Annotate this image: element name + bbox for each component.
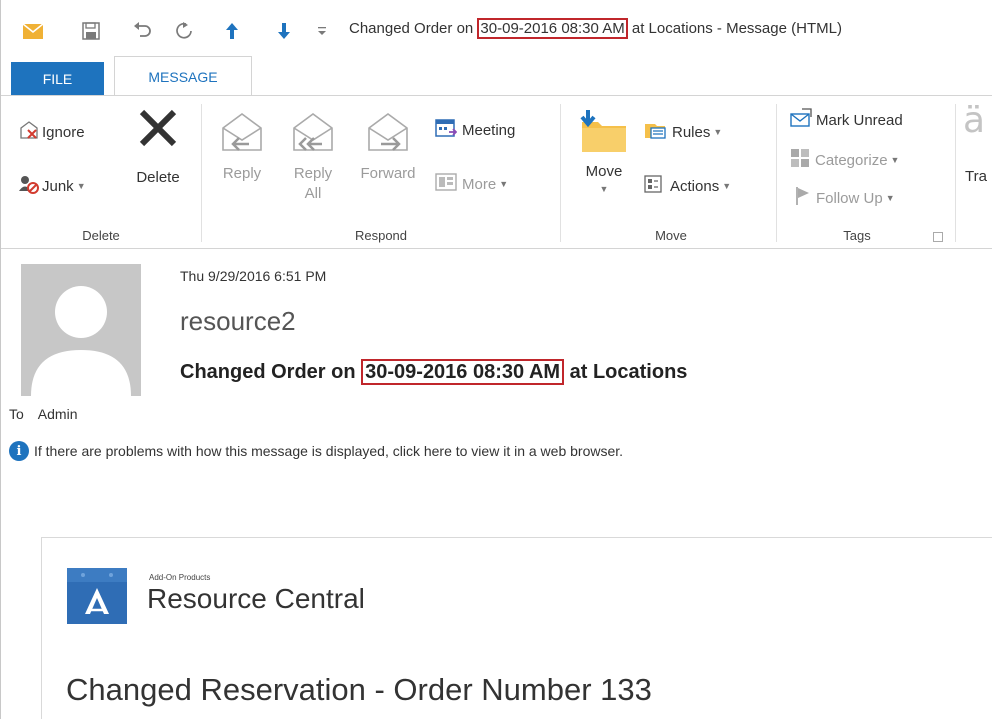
chevron-down-icon: ▼: [499, 179, 509, 189]
window-title-prefix: Changed Order on: [349, 20, 478, 37]
to-label: To: [9, 406, 24, 422]
brand-name: Resource Central: [147, 583, 365, 614]
translate-button[interactable]: Tra: [965, 168, 987, 185]
more-button[interactable]: More ▼: [435, 172, 508, 196]
to-row: To Admin: [9, 406, 77, 422]
envelope-icon[interactable]: [21, 18, 45, 44]
group-label-tags: Tags: [843, 228, 871, 243]
subject-suffix: at Locations: [569, 361, 688, 383]
junk-button[interactable]: Junk ▼: [19, 174, 86, 198]
actions-label: Actions: [670, 177, 720, 195]
chevron-down-icon: ▼: [722, 181, 732, 191]
reply-label: Reply: [222, 165, 262, 182]
group-label-respond: Respond: [354, 228, 408, 243]
message-subject: Changed Order on 30-09-2016 08:30 AM at …: [180, 358, 687, 386]
subject-prefix: Changed Order on: [180, 361, 362, 383]
forward-button[interactable]: Forward: [349, 110, 427, 184]
translate-label: Tra: [965, 168, 987, 185]
ribbon-separator: [955, 104, 956, 242]
mark-unread-label: Mark Unread: [816, 111, 903, 129]
delete-label: Delete: [136, 169, 180, 186]
tab-file[interactable]: FILE: [11, 62, 104, 95]
save-icon[interactable]: [79, 18, 103, 44]
undo-icon[interactable]: [131, 18, 155, 44]
categorize-icon: [790, 148, 810, 172]
info-icon: i: [9, 441, 29, 461]
translate-icon[interactable]: ä: [963, 100, 985, 141]
follow-up-button[interactable]: Follow Up ▼: [795, 186, 895, 210]
junk-label: Junk: [42, 177, 74, 195]
ribbon-tabs: FILE MESSAGE: [1, 52, 992, 96]
more-label: More: [462, 175, 497, 193]
follow-up-label: Follow Up: [816, 189, 883, 207]
ribbon: Ignore Junk ▼ Delete Delete Reply Reply …: [1, 95, 992, 249]
subject-highlight: 30-09-2016 08:30 AM: [361, 359, 565, 385]
chevron-down-icon: ▼: [76, 181, 86, 191]
delete-button[interactable]: Delete: [125, 106, 191, 188]
forward-label: Forward: [360, 165, 416, 182]
delete-x-icon: [136, 106, 180, 154]
reply-all-label-line1: Reply: [293, 165, 333, 182]
avatar: [21, 264, 141, 396]
resource-central-logo-icon: [67, 568, 127, 624]
actions-icon: [643, 174, 665, 198]
ignore-button[interactable]: Ignore: [19, 120, 85, 144]
reply-button[interactable]: Reply: [213, 110, 271, 184]
ignore-icon: [19, 120, 39, 144]
brand-tagline: Add-On Products: [149, 573, 211, 582]
junk-icon: [19, 174, 39, 198]
meeting-button[interactable]: Meeting: [435, 118, 515, 142]
outlook-message-window: Changed Order on 30-09-2016 08:30 AM at …: [0, 0, 992, 719]
reply-all-button[interactable]: Reply All: [283, 110, 343, 204]
move-label: Move: [585, 163, 623, 180]
redo-icon[interactable]: [173, 18, 197, 44]
dialog-launcher-icon[interactable]: [933, 232, 943, 242]
message-sender[interactable]: resource2: [180, 306, 296, 337]
ignore-label: Ignore: [42, 123, 85, 141]
up-arrow-icon[interactable]: [221, 18, 243, 44]
chevron-down-icon: ▼: [713, 127, 723, 137]
move-folder-icon: [578, 108, 630, 160]
down-arrow-icon[interactable]: [273, 18, 295, 44]
group-label-move: Move: [655, 228, 687, 243]
ribbon-separator: [560, 104, 561, 242]
info-text[interactable]: If there are problems with how this mess…: [34, 443, 623, 459]
ribbon-separator: [776, 104, 777, 242]
meeting-label: Meeting: [462, 121, 516, 139]
window-title-highlight: 30-09-2016 08:30 AM: [477, 18, 628, 39]
rules-icon: [643, 120, 667, 144]
more-icon: [435, 172, 457, 196]
chevron-down-icon: ▼: [599, 184, 609, 194]
meeting-icon: [435, 118, 458, 142]
reservation-heading: Changed Reservation - Order Number 133: [66, 672, 652, 707]
categorize-button[interactable]: Categorize ▼: [790, 148, 899, 172]
reply-all-icon: [290, 110, 336, 158]
window-title: Changed Order on 30-09-2016 08:30 AM at …: [349, 18, 842, 40]
tab-message[interactable]: MESSAGE: [114, 56, 252, 96]
mark-unread-button[interactable]: Mark Unread: [790, 108, 903, 132]
info-bar[interactable]: i If there are problems with how this me…: [9, 441, 623, 461]
to-recipient[interactable]: Admin: [38, 406, 78, 422]
reply-icon: [219, 110, 265, 158]
customize-toolbar-icon[interactable]: [313, 18, 331, 44]
mark-unread-icon: [790, 108, 812, 132]
chevron-down-icon: ▼: [885, 193, 895, 203]
categorize-label: Categorize: [815, 151, 888, 169]
actions-button[interactable]: Actions ▼: [643, 174, 731, 198]
group-label-delete: Delete: [82, 228, 120, 243]
rules-button[interactable]: Rules ▼: [643, 120, 722, 144]
window-title-suffix: at Locations - Message (HTML): [631, 20, 842, 37]
chevron-down-icon: ▼: [890, 155, 900, 165]
reply-all-label-line2: All: [304, 185, 322, 202]
message-date: Thu 9/29/2016 6:51 PM: [180, 268, 327, 284]
email-body-card: Add-On Products Resource Central Changed…: [41, 537, 992, 719]
move-button[interactable]: Move ▼: [573, 108, 635, 194]
ribbon-separator: [201, 104, 202, 242]
rules-label: Rules: [672, 123, 711, 141]
flag-icon: [795, 186, 811, 210]
forward-icon: [365, 110, 411, 158]
title-bar: Changed Order on 30-09-2016 08:30 AM at …: [1, 0, 992, 52]
